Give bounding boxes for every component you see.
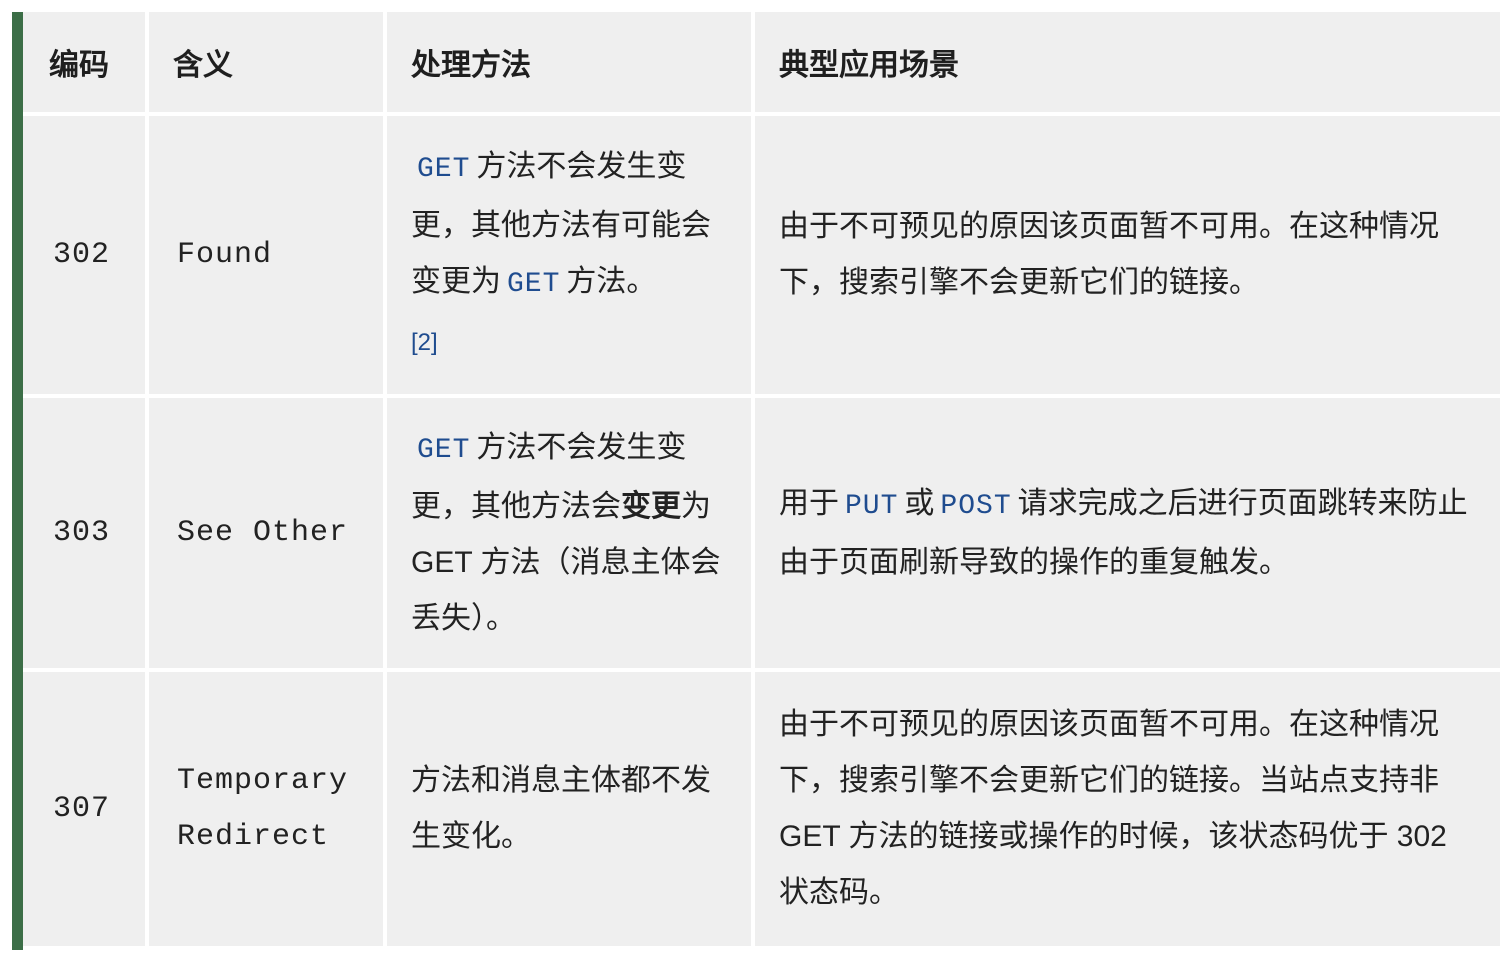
emphasis-text: 变更 [621, 489, 681, 523]
header-usage: 典型应用场景 [755, 12, 1500, 112]
cell-usage: 由于不可预见的原因该页面暂不可用。在这种情况下，搜索引擎不会更新它们的链接。当站… [755, 672, 1500, 946]
cell-usage: 由于不可预见的原因该页面暂不可用。在这种情况下，搜索引擎不会更新它们的链接。 [755, 116, 1500, 394]
cell-meaning: See Other [149, 398, 383, 668]
cell-method: GET 方法不会发生变更，其他方法会变更为 GET 方法（消息主体会丢失）。 [387, 398, 751, 668]
method-keyword: GET [417, 154, 471, 185]
table-wrapper: 编码 含义 处理方法 典型应用场景 302 Found GET 方法不会发生变更… [23, 12, 1500, 950]
method-keyword: GET [417, 434, 471, 466]
cell-meaning: Temporary Redirect [149, 672, 383, 946]
table-row-302: 302 Found GET 方法不会发生变更，其他方法有可能会变更为 GET 方法。 … [23, 116, 1500, 394]
header-code: 编码 [23, 12, 145, 112]
table-header-row: 编码 含义 处理方法 典型应用场景 [23, 12, 1500, 112]
method-keyword: PUT [845, 490, 899, 522]
cell-meaning: Found [149, 116, 383, 394]
method-keyword: GET [507, 269, 561, 300]
cell-code: 307 [23, 672, 145, 946]
method-keyword: POST [940, 490, 1012, 522]
reference-link[interactable]: [2] [411, 329, 438, 356]
cell-code: 303 [23, 398, 145, 668]
table-row-303: 303 See Other GET 方法不会发生变更，其他方法会变更为 GET 方… [23, 398, 1500, 668]
redirect-status-table: 编码 含义 处理方法 典型应用场景 302 Found GET 方法不会发生变更… [19, 8, 1504, 950]
cell-code: 302 [23, 116, 145, 394]
cell-method: 方法和消息主体都不发生变化。 [387, 672, 751, 946]
cell-method: GET 方法不会发生变更，其他方法有可能会变更为 GET 方法。 [2] [387, 116, 751, 394]
table-row-307: 307 Temporary Redirect 方法和消息主体都不发生变化。 由于… [23, 672, 1500, 946]
header-meaning: 含义 [149, 12, 383, 112]
status-code-table-frame: 编码 含义 处理方法 典型应用场景 302 Found GET 方法不会发生变更… [12, 12, 1500, 950]
header-method: 处理方法 [387, 12, 751, 112]
cell-usage: 用于 PUT 或 POST 请求完成之后进行页面跳转来防止由于页面刷新导致的操作的重复触… [755, 398, 1500, 668]
